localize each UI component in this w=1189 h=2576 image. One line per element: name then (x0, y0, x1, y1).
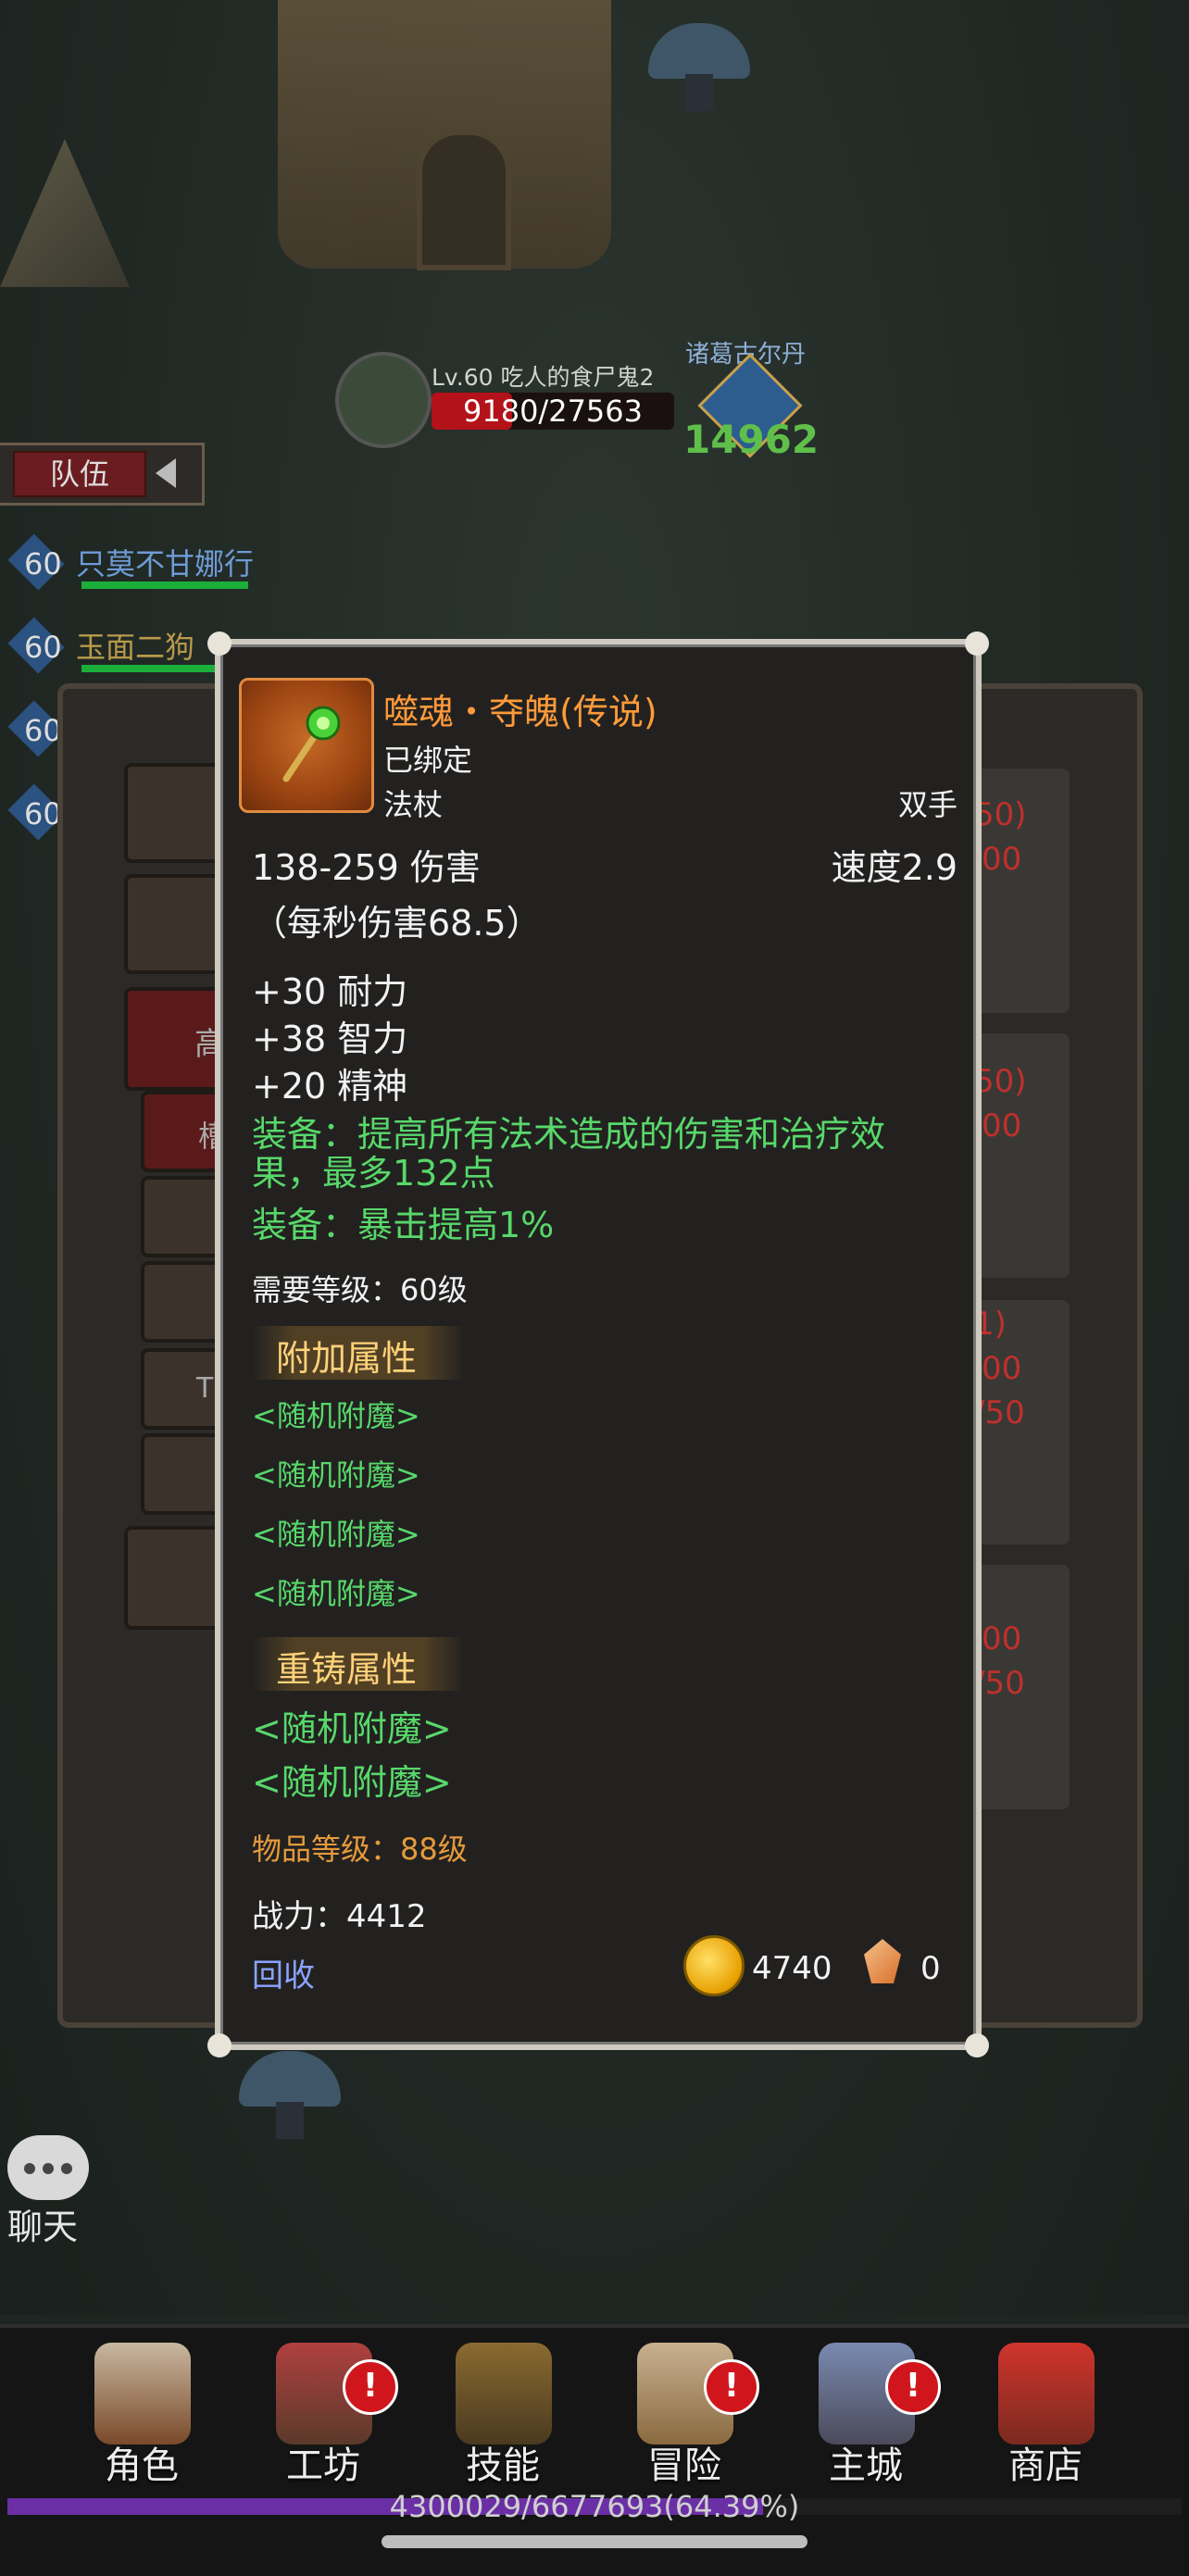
enemy-hp-bar: 9180/27563 (432, 393, 674, 430)
chat-bubble-icon[interactable] (7, 2135, 89, 2200)
section-title-reforge: 重铸属性 (276, 1649, 418, 1690)
item-type: 法杖 (383, 787, 444, 822)
stat-text: 50) (974, 796, 1027, 833)
nav-shop[interactable]: 商店 (976, 2343, 1115, 2491)
frame-corner (207, 631, 232, 656)
mushroom-decoration (648, 23, 750, 111)
member-name: 只莫不甘娜行 (76, 546, 255, 581)
stat-text: 00 (982, 841, 1022, 878)
weapon-dps: （每秒伤害68.5） (252, 903, 542, 944)
nav-label: 冒险 (647, 2445, 721, 2487)
random-enchant: <随机附魔> (252, 1576, 420, 1611)
nav-adventure[interactable]: ! 冒险 (615, 2343, 759, 2491)
combat-power: 战力：4412 (252, 1898, 427, 1935)
item-tooltip: 噬魂・夺魄(传说) 已绑定 法杖 双手 138-259 伤害 速度2.9 （每秒… (207, 631, 989, 2057)
spellbook-icon (456, 2343, 552, 2445)
item-name: 噬魂・夺魄(传说) (383, 692, 657, 732)
item-icon (239, 678, 374, 813)
weapon-speed: 速度2.9 (831, 847, 957, 888)
team-tab[interactable]: 队伍 (0, 443, 205, 506)
experience-text: 4300029/6677693(64.39%) (389, 2489, 800, 2524)
collapse-arrow-icon[interactable] (156, 458, 176, 488)
team-tab-label: 队伍 (13, 451, 146, 497)
random-enchant: <随机附魔> (252, 1398, 420, 1433)
frame-corner (965, 2033, 989, 2057)
team-member[interactable]: 60 只莫不甘娜行 (7, 533, 287, 591)
crystal-icon (864, 1939, 901, 1983)
weapon-damage: 138-259 伤害 (252, 847, 481, 888)
enemy-name: Lv.60 吃人的食尸鬼2 (432, 364, 655, 391)
section-title-additional: 附加属性 (276, 1338, 418, 1379)
random-enchant: <随机附魔> (252, 1457, 420, 1493)
home-indicator[interactable] (382, 2535, 807, 2548)
bind-status: 已绑定 (383, 743, 473, 778)
damage-number: 14962 (683, 417, 820, 462)
member-level: 60 (24, 546, 62, 581)
alert-badge-icon: ! (343, 2359, 398, 2415)
haystack (0, 139, 130, 287)
alert-badge-icon: ! (885, 2359, 941, 2415)
enemy-hp-text: 9180/27563 (462, 394, 643, 429)
nav-label: 技能 (466, 2445, 540, 2487)
gold-coin-icon (683, 1935, 745, 1996)
stat-line: +30 耐力 (252, 971, 408, 1012)
stat-line: +20 精神 (252, 1066, 408, 1107)
random-enchant: <随机附魔> (252, 1517, 420, 1552)
frame-corner (965, 631, 989, 656)
member-level: 60 (24, 630, 62, 665)
mushroom-decoration (239, 2051, 341, 2139)
member-hp-bar (81, 581, 248, 589)
stat-text: /50 (974, 1665, 1025, 1702)
frame-corner (207, 2033, 232, 2057)
tab-label: T (196, 1372, 214, 1405)
member-level: 60 (24, 796, 62, 832)
equip-effect: 果，最多132点 (252, 1153, 495, 1194)
enemy-target-frame[interactable]: Lv.60 吃人的食尸鬼2 9180/27563 (335, 352, 678, 448)
equip-effect: 装备：暴击提高1% (252, 1205, 555, 1245)
nav-label: 商店 (1008, 2445, 1083, 2487)
stat-text: 00 (982, 1350, 1022, 1387)
alert-badge-icon: ! (704, 2359, 759, 2415)
member-name: 玉面二狗 (76, 630, 195, 665)
nav-character[interactable]: 角色 (72, 2343, 211, 2491)
stat-text: 50) (974, 1063, 1027, 1100)
random-enchant: <随机附魔> (252, 1708, 452, 1749)
chat-label[interactable]: 聊天 (7, 2198, 78, 2249)
nav-skills[interactable]: 技能 (433, 2343, 572, 2491)
nav-main-city[interactable]: ! 主城 (796, 2343, 941, 2491)
cottage-building (278, 0, 611, 270)
random-enchant: <随机附魔> (252, 1762, 452, 1803)
member-level: 60 (24, 713, 62, 748)
item-slot: 双手 (897, 787, 957, 822)
sell-gold-value: 4740 (752, 1950, 832, 1987)
shop-stall-icon (998, 2343, 1095, 2445)
enemy-portrait (335, 352, 432, 448)
recycle-button[interactable]: 回收 (252, 1950, 315, 1995)
nav-label: 角色 (105, 2445, 179, 2487)
staff-icon (282, 706, 341, 782)
nav-label: 工坊 (286, 2445, 360, 2487)
hero-portrait-icon (94, 2343, 191, 2445)
sell-crystal-value: 0 (920, 1950, 941, 1987)
stat-line: +38 智力 (252, 1019, 408, 1059)
item-level: 物品等级：88级 (252, 1832, 468, 1867)
nav-workshop[interactable]: ! 工坊 (254, 2343, 398, 2491)
nav-label: 主城 (829, 2445, 903, 2487)
stat-text: 00 (982, 1620, 1022, 1657)
stat-text: /50 (974, 1394, 1025, 1432)
stat-text: 00 (982, 1107, 1022, 1144)
required-level: 需要等级：60级 (252, 1272, 468, 1307)
